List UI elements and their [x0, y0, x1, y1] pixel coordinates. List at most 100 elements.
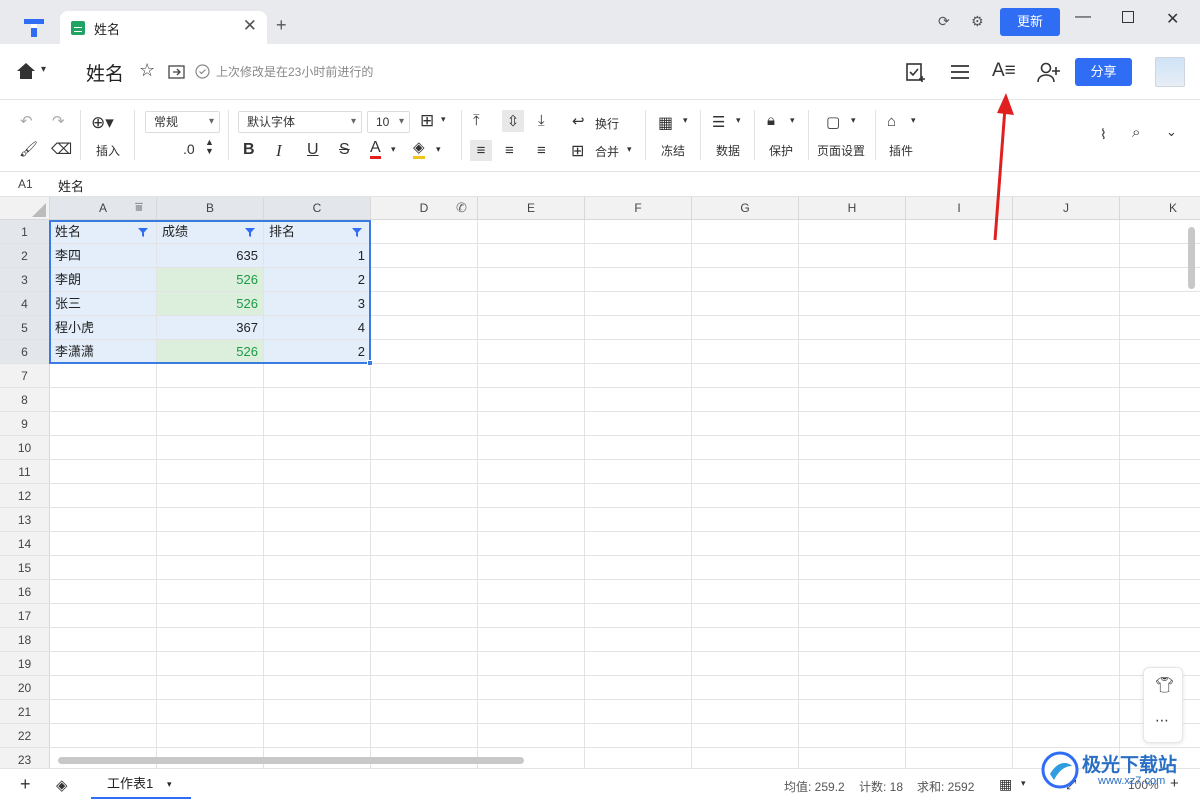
protect-dropdown-icon[interactable]: ▾: [790, 115, 795, 126]
number-format-select[interactable]: 常规: [145, 111, 220, 133]
select-all-corner[interactable]: [0, 197, 50, 220]
cell[interactable]: [1120, 580, 1200, 604]
cell[interactable]: [1013, 532, 1120, 556]
cell[interactable]: [371, 628, 478, 652]
cell[interactable]: [50, 628, 157, 652]
table-cell-score[interactable]: 635: [157, 244, 264, 268]
table-cell-name[interactable]: 李四: [50, 244, 157, 268]
cell[interactable]: [264, 676, 371, 700]
filter-icon[interactable]: [244, 226, 256, 238]
document-tab[interactable]: 姓名 ✕: [60, 11, 267, 44]
new-tab-icon[interactable]: +: [276, 15, 287, 36]
update-button[interactable]: 更新: [1000, 8, 1060, 36]
plugin-dropdown-icon[interactable]: ▾: [911, 115, 916, 126]
cell[interactable]: [371, 508, 478, 532]
row-header[interactable]: 13: [0, 508, 50, 532]
cell[interactable]: [157, 604, 264, 628]
cell[interactable]: [264, 412, 371, 436]
lock-icon[interactable]: 🔒︎: [767, 112, 775, 129]
merge-icon[interactable]: ⊞: [571, 141, 584, 161]
row-header[interactable]: 19: [0, 652, 50, 676]
home-dropdown-icon[interactable]: ▾: [41, 64, 46, 75]
cell[interactable]: [1013, 676, 1120, 700]
cell[interactable]: [50, 556, 157, 580]
cell[interactable]: [1120, 412, 1200, 436]
cell[interactable]: [264, 556, 371, 580]
cell[interactable]: [157, 700, 264, 724]
add-sheet-icon[interactable]: +: [20, 774, 31, 795]
page-setup-icon[interactable]: ▢: [826, 113, 840, 131]
close-window-icon[interactable]: ✕: [1166, 9, 1179, 29]
cell[interactable]: [157, 556, 264, 580]
row-header[interactable]: 11: [0, 460, 50, 484]
cell[interactable]: [1013, 292, 1120, 316]
cell[interactable]: [1120, 556, 1200, 580]
cell[interactable]: [478, 484, 585, 508]
cell[interactable]: [1120, 508, 1200, 532]
cell[interactable]: [478, 412, 585, 436]
cell[interactable]: [585, 460, 692, 484]
cell[interactable]: [1013, 220, 1120, 244]
row-header[interactable]: 8: [0, 388, 50, 412]
align-right-icon[interactable]: ≡: [537, 142, 546, 159]
cell[interactable]: [371, 580, 478, 604]
border-dropdown-icon[interactable]: ▾: [441, 114, 446, 125]
more-options-icon[interactable]: ⋯: [1155, 712, 1170, 729]
cell[interactable]: [799, 292, 906, 316]
fill-handle[interactable]: [367, 360, 373, 366]
cell[interactable]: [585, 244, 692, 268]
insert-label[interactable]: 插入: [96, 142, 120, 159]
cell[interactable]: [692, 676, 799, 700]
cell[interactable]: [50, 364, 157, 388]
cell[interactable]: [50, 484, 157, 508]
cell[interactable]: [799, 268, 906, 292]
font-color-dropdown-icon[interactable]: ▾: [391, 144, 396, 155]
cell[interactable]: [906, 316, 1013, 340]
cell[interactable]: [371, 388, 478, 412]
cell[interactable]: [906, 436, 1013, 460]
cell[interactable]: [906, 724, 1013, 748]
cell[interactable]: [264, 604, 371, 628]
cell[interactable]: [799, 532, 906, 556]
cell[interactable]: [692, 292, 799, 316]
data-label[interactable]: 数据: [716, 142, 740, 159]
cell[interactable]: [371, 316, 478, 340]
cell[interactable]: [906, 388, 1013, 412]
cell[interactable]: [692, 220, 799, 244]
cell[interactable]: [371, 412, 478, 436]
freeze-icon[interactable]: ▦: [658, 113, 673, 133]
fill-color-dropdown-icon[interactable]: ▾: [436, 144, 441, 155]
cell[interactable]: [799, 484, 906, 508]
collapse-toolbar-icon[interactable]: ⌄: [1166, 124, 1177, 140]
data-dropdown-icon[interactable]: ▾: [736, 115, 741, 126]
cell[interactable]: [50, 604, 157, 628]
column-header[interactable]: J: [1013, 197, 1120, 220]
cell[interactable]: [799, 748, 906, 768]
row-header[interactable]: 9: [0, 412, 50, 436]
cell[interactable]: [1013, 556, 1120, 580]
decimal-button[interactable]: .0: [183, 141, 195, 157]
cell[interactable]: [478, 340, 585, 364]
row-header[interactable]: 6: [0, 340, 50, 364]
cell[interactable]: [478, 580, 585, 604]
format-brush-icon[interactable]: ⌇: [1100, 126, 1107, 143]
phone-icon[interactable]: ✆: [456, 200, 467, 216]
star-icon[interactable]: ☆: [139, 60, 155, 81]
row-header[interactable]: 4: [0, 292, 50, 316]
cell[interactable]: [1120, 436, 1200, 460]
cell[interactable]: [585, 652, 692, 676]
cell[interactable]: [906, 532, 1013, 556]
cell[interactable]: [1013, 460, 1120, 484]
cell[interactable]: [799, 628, 906, 652]
cell[interactable]: [799, 508, 906, 532]
cell[interactable]: [1120, 460, 1200, 484]
cell[interactable]: [50, 724, 157, 748]
cell[interactable]: [1120, 604, 1200, 628]
cell[interactable]: [585, 532, 692, 556]
cell[interactable]: [692, 460, 799, 484]
cell[interactable]: [692, 316, 799, 340]
cell[interactable]: [264, 460, 371, 484]
cell[interactable]: [906, 700, 1013, 724]
cell[interactable]: [692, 652, 799, 676]
cell[interactable]: [585, 604, 692, 628]
